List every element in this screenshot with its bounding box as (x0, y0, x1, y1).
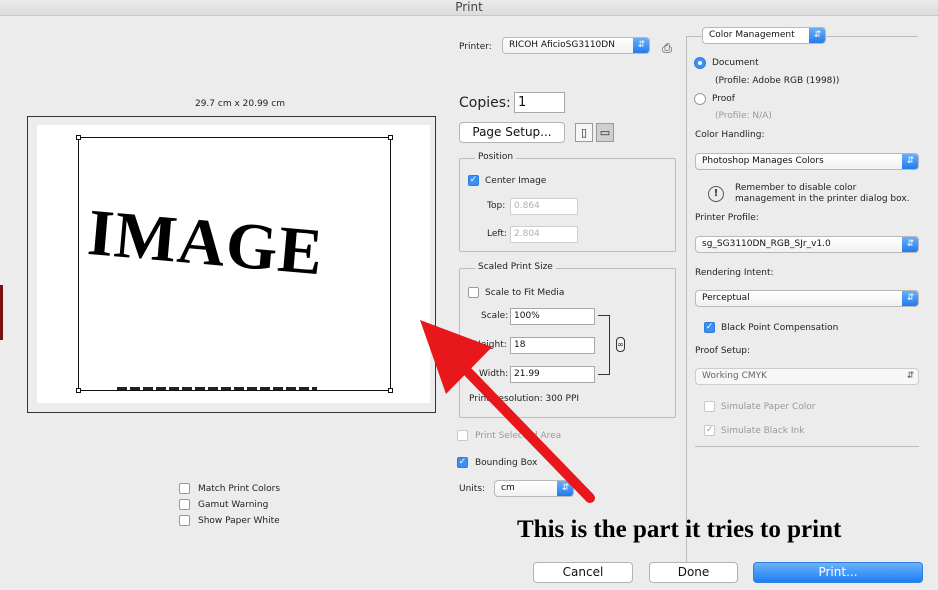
printer-value: RICOH AficioSG3110DN (509, 40, 615, 50)
rendering-intent-select[interactable]: Perceptual ⇵ (695, 290, 919, 307)
color-handling-label: Color Handling: (695, 130, 765, 140)
units-select[interactable]: cm ⇵ (494, 480, 574, 497)
center-image-label: Center Image (485, 176, 547, 186)
copies-field[interactable]: 1 (514, 92, 565, 113)
proof-radio[interactable] (694, 93, 706, 105)
width-field[interactable]: 21.99 (510, 366, 595, 383)
chevron-updown-icon: ⇵ (902, 237, 918, 252)
bbox-handle-tr[interactable] (388, 135, 393, 140)
proof-label: Proof (712, 94, 735, 104)
chevron-updown-icon: ⇵ (902, 154, 918, 169)
units-label: Units: (459, 484, 486, 494)
document-profile: (Profile: Adobe RGB (1998)) (715, 76, 840, 86)
image-bounding-box[interactable]: IMAGE (76, 135, 393, 393)
simulate-paper-label: Simulate Paper Color (721, 402, 816, 412)
background-window-edge (0, 285, 3, 340)
scale-to-fit-label: Scale to Fit Media (485, 288, 565, 298)
print-selected-area-checkbox[interactable] (457, 430, 468, 441)
print-selected-area-label: Print Selected Area (475, 431, 562, 441)
preview-frame: IMAGE (27, 116, 436, 413)
done-button[interactable]: Done (649, 562, 738, 583)
print-button[interactable]: Print... (753, 562, 923, 583)
chevron-updown-icon: ⇵ (809, 28, 825, 43)
rendering-intent-value: Perceptual (702, 293, 750, 303)
bbox-handle-br[interactable] (388, 388, 393, 393)
scale-to-fit-checkbox[interactable] (468, 287, 479, 298)
portrait-orientation-button[interactable]: ▯ (575, 123, 593, 142)
gamut-warning-checkbox[interactable] (179, 499, 190, 510)
units-value: cm (501, 483, 515, 493)
proof-setup-select[interactable]: Working CMYK ⇵ (695, 368, 919, 385)
color-handling-value: Photoshop Manages Colors (702, 156, 824, 166)
rendering-intent-label: Rendering Intent: (695, 268, 774, 278)
color-handling-select[interactable]: Photoshop Manages Colors ⇵ (695, 153, 919, 170)
cancel-button[interactable]: Cancel (533, 562, 633, 583)
center-image-checkbox[interactable]: ✓ (468, 175, 479, 186)
height-field[interactable]: 18 (510, 337, 595, 354)
match-print-colors-label: Match Print Colors (198, 484, 281, 494)
window-title: Print (0, 0, 938, 16)
warning-icon: ! (708, 186, 724, 202)
proof-profile: (Profile: N/A) (715, 111, 772, 121)
simulate-ink-checkbox[interactable]: ✓ (704, 425, 715, 436)
printer-profile-value: sg_SG3110DN_RGB_SJr_v1.0 (702, 239, 831, 249)
clipped-image-row (117, 387, 317, 390)
color-management-bottom-rule (695, 446, 919, 447)
page-setup-button[interactable]: Page Setup... (459, 122, 565, 143)
color-management-left-border (686, 36, 687, 566)
black-point-label: Black Point Compensation (721, 323, 839, 333)
height-label: Height: (474, 340, 507, 350)
printer-select[interactable]: RICOH AficioSG3110DN ⇵ (502, 37, 650, 54)
scale-field[interactable]: 100% (510, 308, 595, 325)
printer-label: Printer: (459, 42, 492, 52)
copies-label: Copies: (459, 95, 511, 111)
paper-size-label: 29.7 cm x 20.99 cm (194, 99, 285, 109)
preview-image-text: IMAGE (84, 196, 327, 290)
printer-settings-icon[interactable]: ⎙ (660, 41, 674, 55)
show-paper-white-label: Show Paper White (198, 516, 280, 526)
left-label: Left: (487, 229, 507, 239)
simulate-ink-label: Simulate Black Ink (721, 426, 805, 436)
constrain-bracket (598, 315, 610, 375)
document-radio[interactable] (694, 57, 706, 69)
document-label: Document (712, 58, 759, 68)
printer-profile-label: Printer Profile: (695, 213, 759, 223)
gamut-warning-label: Gamut Warning (198, 500, 269, 510)
proof-setup-value: Working CMYK (702, 371, 768, 381)
position-group-title: Position (475, 152, 517, 162)
simulate-paper-checkbox[interactable] (704, 401, 715, 412)
chevron-updown-icon: ⇵ (633, 38, 649, 53)
width-label: Width: (479, 369, 509, 379)
print-resolution-label: Print Resolution: 300 PPI (469, 394, 580, 404)
printer-profile-select[interactable]: sg_SG3110DN_RGB_SJr_v1.0 ⇵ (695, 236, 919, 253)
black-point-checkbox[interactable]: ✓ (704, 322, 715, 333)
show-paper-white-checkbox[interactable] (179, 515, 190, 526)
bounding-box-checkbox[interactable]: ✓ (457, 457, 468, 468)
left-field[interactable]: 2.804 (510, 226, 578, 243)
top-label: Top: (487, 201, 506, 211)
bbox-handle-tl[interactable] (76, 135, 81, 140)
scaled-print-size-title: Scaled Print Size (475, 262, 556, 272)
chevron-updown-icon: ⇵ (906, 371, 915, 381)
scale-label: Scale: (481, 311, 509, 321)
link-proportions-icon[interactable]: ∞ (616, 337, 625, 352)
proof-setup-label: Proof Setup: (695, 346, 751, 356)
bounding-box-label: Bounding Box (475, 458, 538, 468)
match-print-colors-checkbox[interactable] (179, 483, 190, 494)
color-management-warning: Remember to disable color management in … (735, 183, 910, 204)
bbox-handle-bl[interactable] (76, 388, 81, 393)
section-value: Color Management (709, 30, 795, 40)
chevron-updown-icon: ⇵ (902, 291, 918, 306)
landscape-orientation-button[interactable]: ▭ (596, 123, 614, 142)
annotation-text: This is the part it tries to print (517, 516, 842, 543)
top-field[interactable]: 0.864 (510, 198, 578, 215)
section-select[interactable]: Color Management ⇵ (702, 27, 826, 44)
chevron-updown-icon: ⇵ (557, 481, 573, 496)
